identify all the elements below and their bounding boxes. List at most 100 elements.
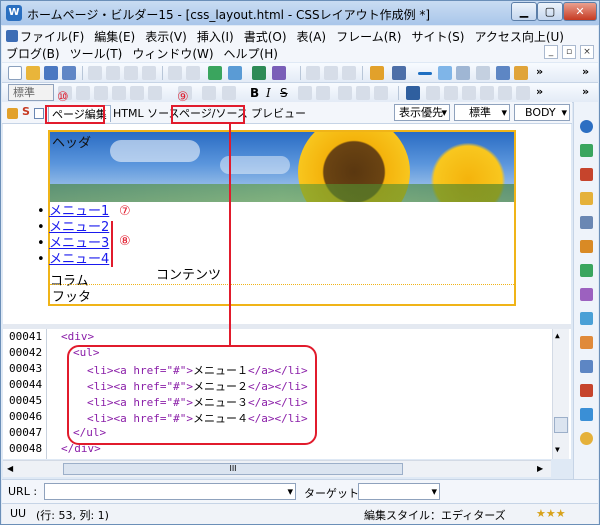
table-icon[interactable] <box>272 66 286 80</box>
scroll-right-icon[interactable]: ▶ <box>537 464 543 473</box>
format-paint-icon[interactable] <box>142 66 156 80</box>
justify-icon[interactable] <box>112 86 126 100</box>
list-icon[interactable] <box>202 86 216 100</box>
menu-blog[interactable]: ブログ(B) <box>6 47 60 61</box>
scroll-up-icon[interactable]: ▲ <box>555 331 560 340</box>
menu-link-2[interactable]: メニュー2 <box>49 220 109 235</box>
scroll-left-icon[interactable]: ◀ <box>7 464 13 473</box>
pencil-icon[interactable] <box>370 66 384 80</box>
target-select[interactable]: ▾ <box>358 483 440 500</box>
tab-preview[interactable]: プレビュー <box>248 105 309 122</box>
map-icon[interactable] <box>580 408 593 421</box>
mdi-restore-button[interactable]: ▫ <box>562 45 576 59</box>
display-priority-select[interactable]: 表示優先 ▾ <box>394 104 450 121</box>
menu-site[interactable]: サイト(S) <box>411 30 464 44</box>
gallery-icon[interactable] <box>580 168 593 181</box>
edit-mode-icon[interactable] <box>7 108 18 119</box>
save-all-icon[interactable] <box>62 66 76 80</box>
close-button[interactable]: ✕ <box>563 2 597 21</box>
menu-file[interactable]: ファイル(F) <box>20 30 84 44</box>
help-icon[interactable] <box>580 120 593 133</box>
menu-accessibility[interactable]: アクセス向上(U) <box>474 30 564 44</box>
strike-button[interactable]: S <box>280 86 288 100</box>
minimize-button[interactable]: ▁ <box>511 2 537 21</box>
new-file-icon[interactable] <box>8 66 22 80</box>
insert-row-icon[interactable] <box>426 86 440 100</box>
undo-icon[interactable] <box>168 66 182 80</box>
copy-icon[interactable] <box>106 66 120 80</box>
superscript-icon[interactable] <box>338 86 352 100</box>
bold-button[interactable]: B <box>250 86 259 100</box>
menu-frame[interactable]: フレーム(R) <box>336 30 401 44</box>
layout-panel-icon[interactable] <box>580 312 593 325</box>
page-mode-icon[interactable] <box>34 108 44 119</box>
cell-props-icon[interactable] <box>498 86 512 100</box>
format-toolbar-overflow[interactable]: » <box>536 85 543 98</box>
outdent-icon[interactable] <box>148 86 162 100</box>
numbered-list-icon[interactable] <box>222 86 236 100</box>
scrollbar-thumb[interactable] <box>554 417 568 433</box>
mdi-minimize-button[interactable]: _ <box>544 45 558 59</box>
indent-icon[interactable] <box>130 86 144 100</box>
toolbar-overflow[interactable]: » <box>536 65 543 78</box>
animation-icon[interactable] <box>580 336 593 349</box>
menu-window[interactable]: ウィンドウ(W) <box>132 47 213 61</box>
wordart-icon[interactable] <box>514 66 528 80</box>
site-icon[interactable] <box>580 144 593 157</box>
table-grid-icon[interactable] <box>406 86 420 100</box>
publish-icon[interactable] <box>208 66 222 80</box>
clear-format-icon[interactable] <box>374 86 388 100</box>
style-mode-icon[interactable]: S <box>22 105 30 118</box>
save-icon[interactable] <box>44 66 58 80</box>
mdi-close-button[interactable]: × <box>580 45 594 59</box>
color-icon[interactable] <box>298 86 312 100</box>
attribute-icon[interactable] <box>580 360 593 373</box>
parts-icon[interactable] <box>580 240 593 253</box>
check-icon[interactable] <box>580 384 593 397</box>
frame-icon[interactable] <box>306 66 320 80</box>
style-select[interactable]: 標準 <box>8 84 54 101</box>
textbox-icon[interactable] <box>438 66 452 80</box>
layout-icon[interactable] <box>324 66 338 80</box>
maximize-button[interactable]: ▢ <box>537 2 563 21</box>
merge-cells-icon[interactable] <box>462 86 476 100</box>
scroll-down-icon[interactable]: ▼ <box>555 445 560 454</box>
scrollbar-thumb[interactable]: III <box>63 463 403 475</box>
horizontal-scrollbar[interactable]: ◀ III ▶ <box>3 460 551 477</box>
delete-row-icon[interactable] <box>516 86 530 100</box>
menu-link-3[interactable]: メニュー3 <box>49 236 109 251</box>
insert-column-icon[interactable] <box>444 86 458 100</box>
menu-format[interactable]: 書式(O) <box>244 30 287 44</box>
standard-select[interactable]: 標準 ▾ <box>454 104 510 121</box>
menu-view[interactable]: 表示(V) <box>145 30 187 44</box>
menu-help[interactable]: ヘルプ(H) <box>224 47 278 61</box>
subscript-icon[interactable] <box>356 86 370 100</box>
redo-icon[interactable] <box>186 66 200 80</box>
paste-icon[interactable] <box>124 66 138 80</box>
toolbar-overflow-right[interactable]: » <box>582 65 589 78</box>
url-input[interactable]: ▾ <box>44 483 296 500</box>
button-icon[interactable] <box>456 66 470 80</box>
highlight-icon[interactable] <box>316 86 330 100</box>
document-menu-icon[interactable] <box>6 30 18 42</box>
menu-link-4[interactable]: メニュー4 <box>49 252 109 267</box>
page-edit-area[interactable]: ヘッダ コラム コンテンツ フッタ メニュー1 メニュー2 メニュー3 メニュー… <box>3 124 571 324</box>
menu-edit[interactable]: 編集(E) <box>94 30 135 44</box>
menu-table[interactable]: 表(A) <box>297 30 327 44</box>
folder-icon[interactable] <box>580 192 593 205</box>
form-icon[interactable] <box>342 66 356 80</box>
horizontal-rule-icon[interactable] <box>418 72 432 75</box>
menu-link-1[interactable]: メニュー1 <box>49 204 109 219</box>
menu-insert[interactable]: 挿入(I) <box>197 30 234 44</box>
navigation-icon[interactable] <box>580 264 593 277</box>
format-toolbar-overflow-right[interactable]: » <box>582 85 589 98</box>
italic-button[interactable]: I <box>266 86 271 100</box>
align-right-icon[interactable] <box>94 86 108 100</box>
split-cells-icon[interactable] <box>480 86 494 100</box>
menu-tools[interactable]: ツール(T) <box>70 47 123 61</box>
style-icon[interactable] <box>580 288 593 301</box>
open-folder-icon[interactable] <box>26 66 40 80</box>
image-icon[interactable] <box>252 66 266 80</box>
cut-icon[interactable] <box>88 66 102 80</box>
template-icon[interactable] <box>580 216 593 229</box>
